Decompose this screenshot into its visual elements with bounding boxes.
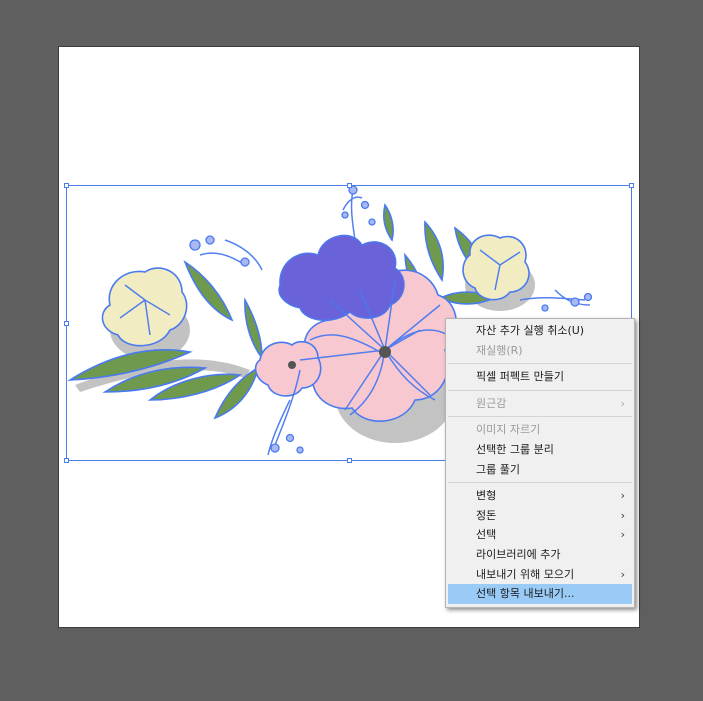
menu-separator bbox=[448, 363, 632, 365]
menu-item-label: 재실행(R) bbox=[476, 343, 523, 357]
chevron-right-icon: › bbox=[620, 567, 625, 581]
menu-item[interactable]: 변형 › bbox=[446, 486, 634, 506]
menu-item[interactable]: 자산 추가 실행 취소(U) bbox=[446, 321, 634, 341]
menu-item[interactable]: 원근감 › bbox=[446, 394, 634, 414]
chevron-right-icon: › bbox=[620, 489, 625, 503]
menu-separator bbox=[448, 389, 632, 391]
menu-separator bbox=[448, 482, 632, 484]
menu-item-label: 선택한 그룹 분리 bbox=[476, 442, 554, 456]
illustrator-workspace[interactable]: 자산 추가 실행 취소(U) 재실행(R) 픽셀 퍼펙트 만들기원근감 › 이미지 자르… bbox=[0, 0, 703, 701]
menu-item[interactable]: 선택한 그룹 분리 bbox=[446, 440, 634, 460]
menu-item[interactable]: 라이브러리에 추가 bbox=[446, 545, 634, 565]
handle-middle-left[interactable] bbox=[64, 321, 69, 326]
menu-item-label: 원근감 bbox=[476, 396, 507, 410]
menu-item-label: 라이브러리에 추가 bbox=[476, 547, 561, 561]
chevron-right-icon: › bbox=[620, 396, 625, 410]
purple-flower bbox=[278, 234, 405, 321]
menu-item-label: 선택 항목 내보내기... bbox=[476, 587, 575, 601]
menu-item-label: 자산 추가 실행 취소(U) bbox=[476, 324, 585, 337]
chevron-right-icon: › bbox=[620, 528, 625, 542]
handle-top-middle[interactable] bbox=[347, 183, 352, 188]
handle-top-right[interactable] bbox=[629, 183, 634, 188]
chevron-right-icon: › bbox=[620, 508, 625, 522]
menu-item[interactable]: 픽셀 퍼펙트 만들기 bbox=[446, 367, 634, 387]
context-menu[interactable]: 자산 추가 실행 취소(U) 재실행(R) 픽셀 퍼펙트 만들기원근감 › 이미지 자르… bbox=[445, 318, 635, 608]
menu-item-label: 그룹 풀기 bbox=[476, 462, 520, 476]
menu-item[interactable]: 선택 항목 내보내기... bbox=[448, 584, 632, 604]
menu-separator bbox=[448, 416, 632, 418]
menu-item[interactable]: 그룹 풀기 bbox=[446, 460, 634, 480]
menu-item-label: 선택 bbox=[476, 528, 497, 542]
menu-item-label: 변형 bbox=[476, 489, 497, 503]
menu-item[interactable]: 내보내기 위해 모으기 › bbox=[446, 565, 634, 585]
menu-item-label: 내보내기 위해 모으기 bbox=[476, 567, 575, 581]
handle-bottom-middle[interactable] bbox=[347, 458, 352, 463]
menu-item-label: 픽셀 퍼펙트 만들기 bbox=[476, 370, 564, 384]
menu-item[interactable]: 재실행(R) bbox=[446, 341, 634, 361]
menu-item-label: 정돈 bbox=[476, 508, 497, 522]
menu-item[interactable]: 정돈 › bbox=[446, 506, 634, 526]
handle-top-left[interactable] bbox=[64, 183, 69, 188]
menu-item-label: 이미지 자르기 bbox=[476, 423, 541, 437]
menu-item[interactable]: 선택 › bbox=[446, 525, 634, 545]
handle-bottom-left[interactable] bbox=[64, 458, 69, 463]
menu-item[interactable]: 이미지 자르기 bbox=[446, 420, 634, 440]
